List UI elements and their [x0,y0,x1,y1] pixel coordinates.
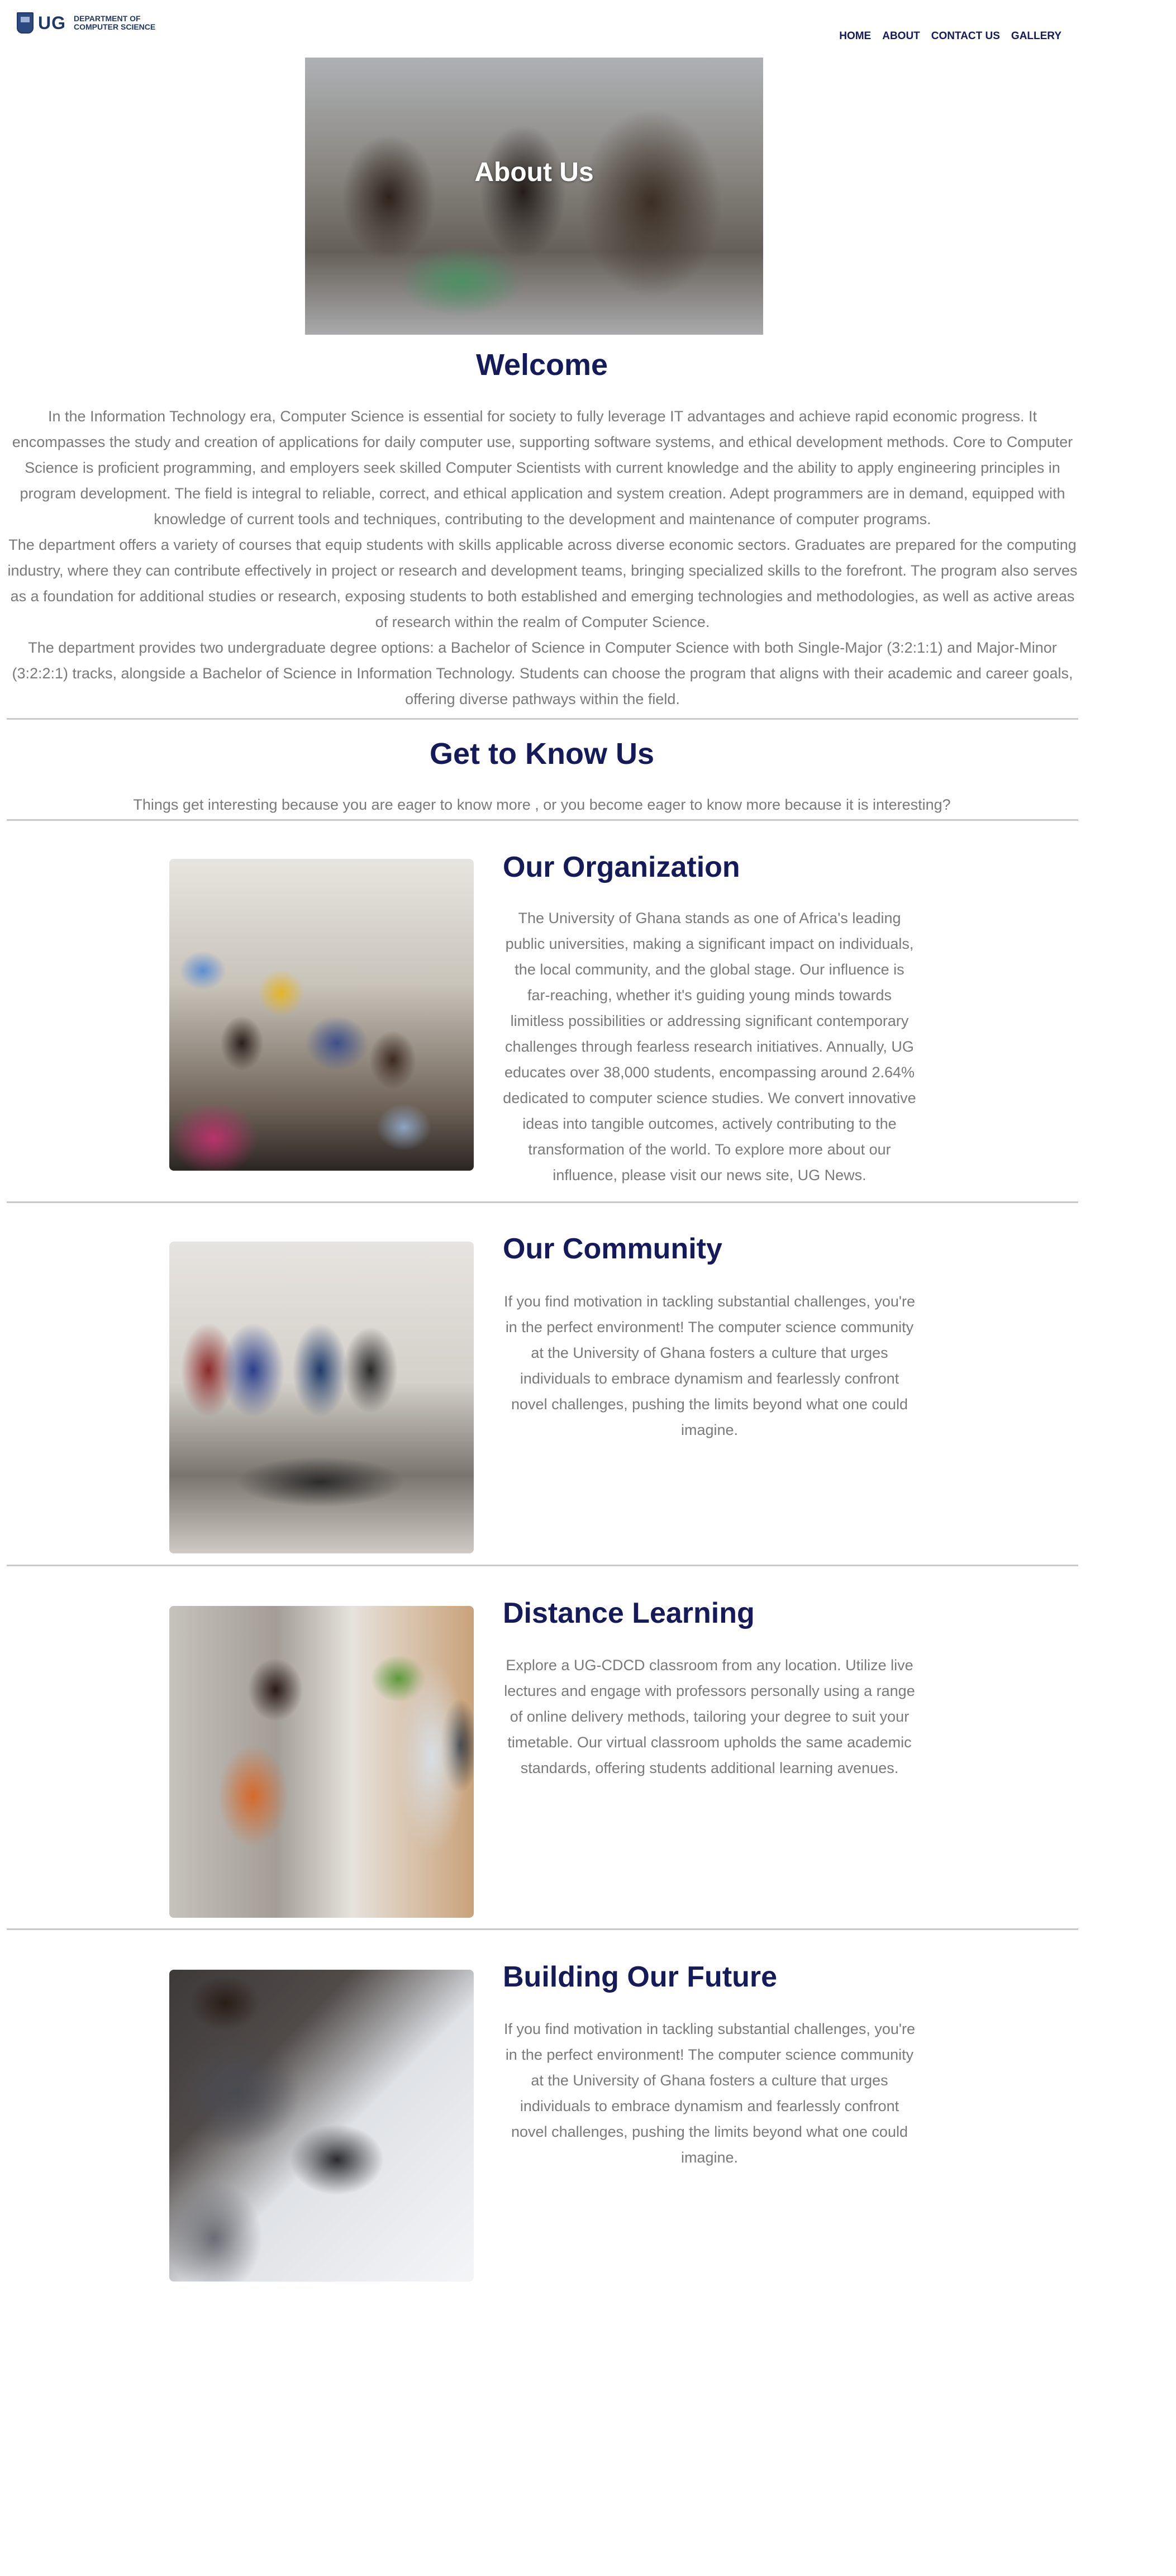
community-text: If you find motivation in tackling subst… [503,1293,916,1438]
nav-about[interactable]: ABOUT [882,30,920,42]
divider [7,819,1078,821]
community-image [169,1242,474,1553]
university-crest-icon [17,12,34,34]
site-logo[interactable]: UG DEPARTMENT OF COMPUTER SCIENCE [17,12,155,34]
divider [7,718,1078,720]
divider [7,1201,1078,1203]
distance-learning-image [169,1606,474,1918]
distance-learning-text: Explore a UG-CDCD classroom from any loc… [504,1657,915,1776]
hero-overlay [305,58,763,335]
department-line-1: DEPARTMENT OF [74,14,141,23]
nav-contact-us[interactable]: CONTACT US [931,30,1000,42]
community-heading: Our Community [503,1233,722,1265]
nav-home[interactable]: HOME [839,30,871,42]
get-to-know-heading: Get to Know Us [430,737,654,771]
logo-text: UG [38,12,66,33]
main-nav: HOME ABOUT CONTACT US GALLERY [839,30,1061,42]
building-future-text: If you find motivation in tackling subst… [503,2021,916,2166]
organization-text: The University of Ghana stands as one of… [503,910,916,1184]
divider [7,1928,1078,1930]
distance-learning-heading: Distance Learning [503,1597,755,1629]
organization-heading: Our Organization [503,851,740,883]
hero-title: About Us [474,158,594,187]
building-future-image [169,1970,474,2282]
welcome-text: In the Information Technology era, Compu… [7,403,1078,712]
building-future-heading: Building Our Future [503,1961,778,1993]
welcome-heading: Welcome [475,348,608,382]
department-name: DEPARTMENT OF COMPUTER SCIENCE [74,15,155,31]
hero-banner: About Us [305,58,763,335]
welcome-paragraph: The department offers a variety of cours… [7,536,1078,630]
get-to-know-subtitle: Things get interesting because you are e… [133,796,951,813]
divider [7,1565,1078,1566]
welcome-paragraph: In the Information Technology era, Compu… [12,408,1073,527]
nav-gallery[interactable]: GALLERY [1011,30,1061,42]
department-line-2: COMPUTER SCIENCE [74,22,156,31]
organization-image [169,859,474,1171]
welcome-paragraph: The department provides two undergraduat… [12,639,1073,707]
